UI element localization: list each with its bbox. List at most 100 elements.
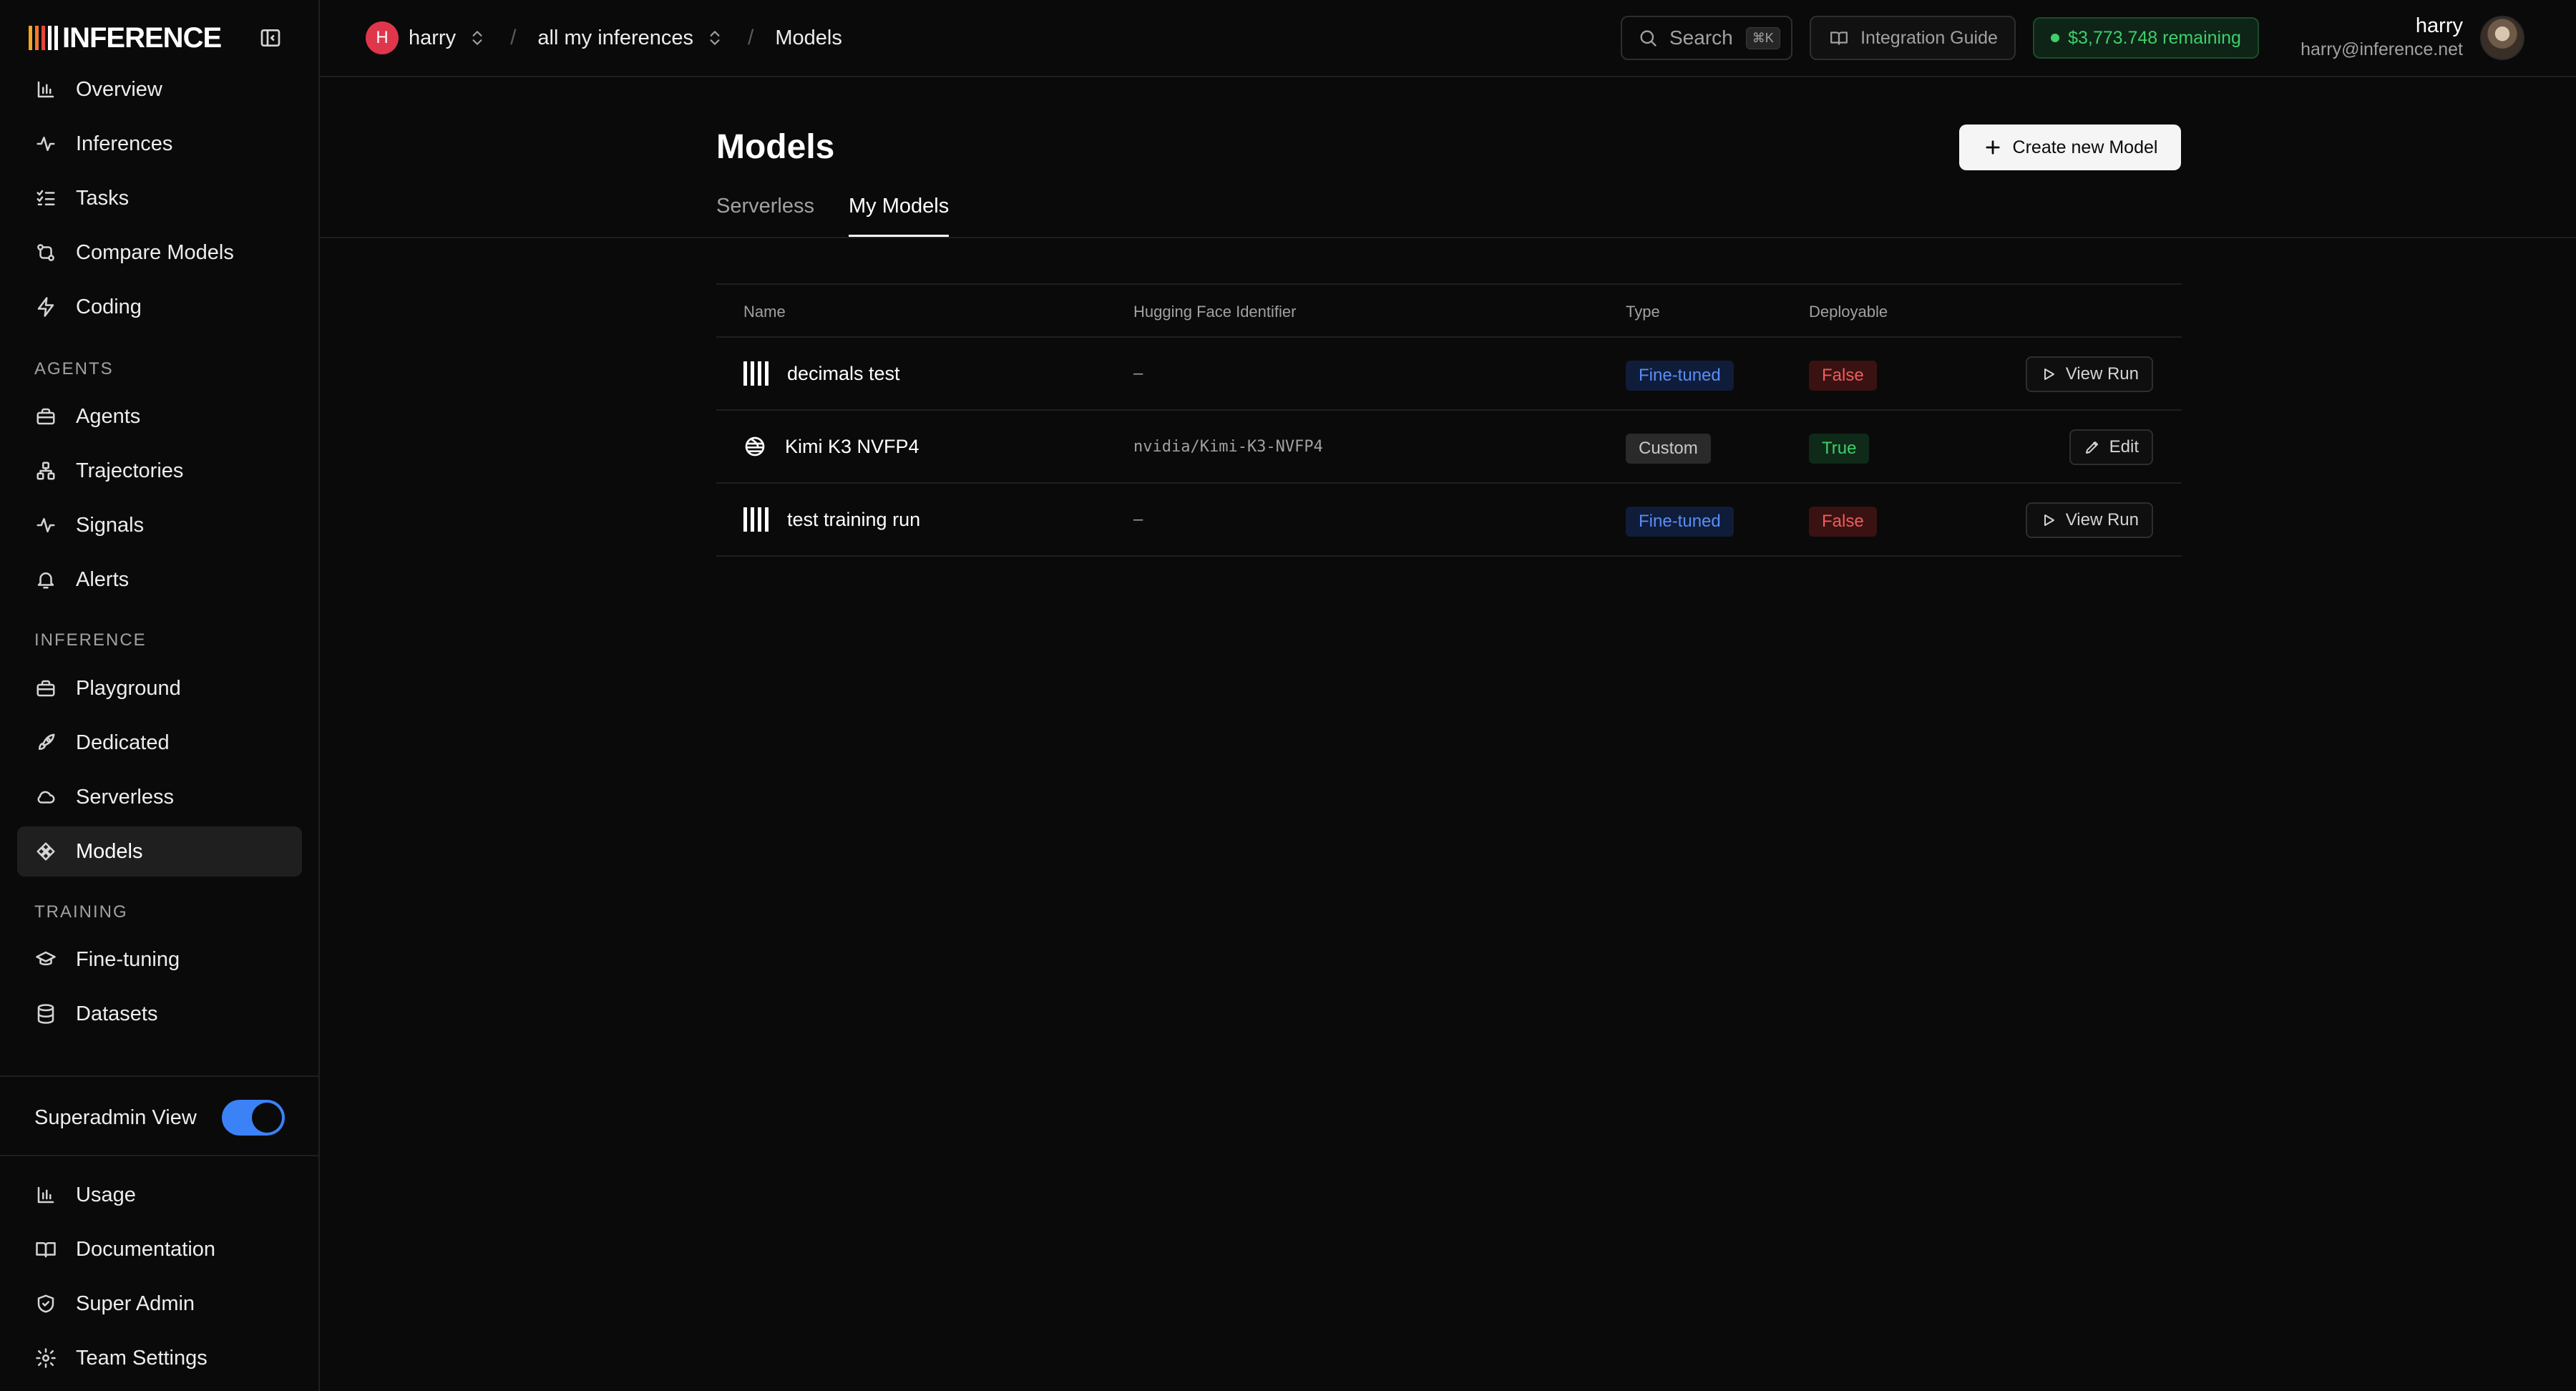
tab-my-models[interactable]: My Models (849, 192, 950, 238)
table-row[interactable]: Kimi K3 NVFP4 nvidia/Kimi-K3-NVFP4 Custom T… (716, 411, 2182, 484)
sidebar-item-alerts[interactable]: Alerts (17, 555, 302, 605)
type-badge: Fine-tuned (1626, 361, 1734, 391)
breadcrumb: H harry / all my inferences / Models (366, 20, 842, 56)
sidebar-item-super-admin[interactable]: Super Admin (17, 1279, 302, 1329)
superadmin-view-row: Superadmin View (34, 1100, 285, 1136)
sidebar-item-label: Inferences (76, 132, 173, 155)
type-badge: Fine-tuned (1626, 507, 1734, 537)
sidebar-item-label: Agents (76, 404, 141, 428)
superadmin-view-toggle[interactable] (222, 1100, 285, 1136)
sidebar-divider (0, 1155, 320, 1156)
sidebar-item-team-settings[interactable]: Team Settings (17, 1333, 302, 1383)
database-icon (34, 1002, 57, 1025)
column-header-type[interactable]: Type (1626, 303, 1660, 321)
create-new-model-button[interactable]: Create new Model (1959, 125, 2181, 170)
chevrons-up-down-icon (466, 26, 489, 49)
git-compare-icon (34, 241, 57, 264)
sidebar-collapse-icon[interactable] (259, 26, 282, 49)
sidebar-item-trajectories[interactable]: Trajectories (17, 446, 302, 496)
sidebar-item-documentation[interactable]: Documentation (17, 1224, 302, 1274)
sidebar-item-models[interactable]: Models (17, 826, 302, 877)
sidebar-divider (0, 1075, 320, 1077)
table-header: Name Hugging Face Identifier Type Deploy… (716, 283, 2182, 338)
deployable-badge: False (1809, 507, 1877, 537)
column-header-name[interactable]: Name (743, 303, 786, 321)
sidebar-item-agents[interactable]: Agents (17, 391, 302, 441)
sidebar-item-serverless[interactable]: Serverless (17, 772, 302, 822)
model-name: decimals test (787, 362, 900, 384)
edit-button[interactable]: Edit (2069, 429, 2153, 465)
models-icon (34, 840, 57, 863)
sidebar-item-label: Dedicated (76, 731, 170, 754)
user-email: harry@inference.net (2301, 39, 2463, 59)
sidebar-item-coding[interactable]: Coding (17, 282, 302, 332)
sidebar-item-label: Models (76, 839, 143, 863)
hf-identifier: nvidia/Kimi-K3-NVFP4 (1133, 437, 1323, 456)
bar-chart-icon (34, 78, 57, 101)
model-name: Kimi K3 NVFP4 (785, 435, 919, 457)
table-row[interactable]: test training run – Fine-tuned False View Ru… (716, 484, 2182, 557)
logo-bars-icon (29, 26, 58, 50)
project-switcher[interactable]: all my inferences (537, 26, 726, 50)
rocket-icon (34, 731, 57, 754)
sidebar-item-label: Signals (76, 513, 145, 537)
section-label-inference: INFERENCE (34, 630, 147, 650)
credits-badge[interactable]: $3,773.748 remaining (2033, 17, 2259, 59)
sidebar-item-tasks[interactable]: Tasks (17, 173, 302, 223)
breadcrumb-current-page[interactable]: Models (775, 26, 842, 50)
search-shortcut: ⌘K (1745, 26, 1780, 49)
graduation-cap-icon (34, 948, 57, 971)
bar-chart-icon (34, 1183, 57, 1206)
sidebar-item-label: Playground (76, 676, 181, 700)
sidebar-item-datasets[interactable]: Datasets (17, 989, 302, 1039)
tab-serverless[interactable]: Serverless (716, 192, 814, 238)
activity-icon (34, 514, 57, 537)
sidebar-item-compare-models[interactable]: Compare Models (17, 228, 302, 278)
deployable-badge: True (1809, 434, 1870, 464)
sidebar-item-signals[interactable]: Signals (17, 500, 302, 550)
action-label: View Run (2065, 364, 2139, 384)
sidebar: INFERENCE Overview Inferences Tasks Compare… (0, 0, 320, 1391)
sidebar-item-label: Alerts (76, 567, 130, 591)
action-label: View Run (2065, 510, 2139, 529)
models-table: Name Hugging Face Identifier Type Deploy… (716, 283, 2182, 557)
search-button[interactable]: Search ⌘K (1621, 16, 1792, 60)
briefcase-icon (34, 677, 57, 700)
team-switcher[interactable]: H harry (366, 21, 489, 54)
shield-icon (34, 1292, 57, 1315)
book-icon (34, 1238, 57, 1261)
table-row[interactable]: decimals test – Fine-tuned False View Run (716, 338, 2182, 411)
sidebar-item-label: Fine-tuning (76, 947, 180, 971)
sidebar-item-fine-tuning[interactable]: Fine-tuning (17, 934, 302, 985)
list-checks-icon (34, 187, 57, 210)
model-tabs: Serverless My Models (716, 192, 950, 238)
integration-guide-label: Integration Guide (1860, 27, 1998, 48)
integration-guide-button[interactable]: Integration Guide (1810, 16, 2016, 60)
hf-identifier: – (1133, 510, 1143, 529)
book-open-icon (1828, 26, 1850, 49)
user-avatar[interactable] (2480, 16, 2524, 60)
sidebar-item-dedicated[interactable]: Dedicated (17, 718, 302, 768)
status-dot (2051, 34, 2060, 42)
column-header-deployable[interactable]: Deployable (1809, 303, 1888, 321)
user-info[interactable]: harry harry@inference.net (2301, 14, 2463, 60)
sidebar-item-label: Compare Models (76, 240, 234, 264)
sidebar-item-inferences[interactable]: Inferences (17, 119, 302, 169)
sidebar-item-playground[interactable]: Playground (17, 663, 302, 713)
sidebar-item-usage[interactable]: Usage (17, 1170, 302, 1220)
sidebar-item-overview[interactable]: Overview (17, 64, 302, 114)
brand-logo[interactable]: INFERENCE (29, 22, 222, 54)
gear-icon (34, 1347, 57, 1370)
view-run-button[interactable]: View Run (2025, 356, 2153, 392)
hf-identifier: – (1133, 364, 1143, 383)
column-header-hf-identifier[interactable]: Hugging Face Identifier (1133, 303, 1296, 321)
type-badge: Custom (1626, 434, 1711, 464)
section-label-agents: AGENTS (34, 359, 114, 379)
breadcrumb-separator: / (510, 26, 517, 49)
model-name-cell: test training run (743, 484, 920, 555)
team-avatar: H (366, 21, 399, 54)
table-body: decimals test – Fine-tuned False View Run Kim… (716, 338, 2182, 557)
view-run-button[interactable]: View Run (2025, 502, 2153, 538)
credits-remaining: $3,773.748 remaining (2068, 27, 2241, 48)
bell-icon (34, 568, 57, 591)
